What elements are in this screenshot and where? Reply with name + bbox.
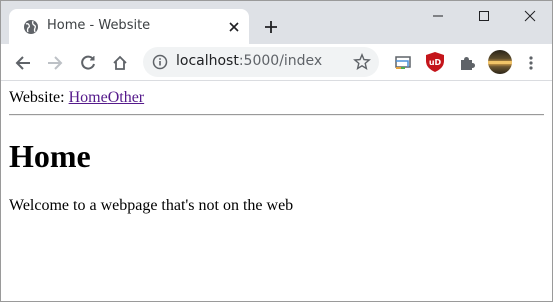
address-bar[interactable]: localhost:5000/index — [143, 47, 379, 77]
address-url[interactable]: localhost:5000/index — [176, 53, 322, 69]
address-host: localhost — [176, 53, 239, 69]
divider — [9, 114, 544, 116]
tab-title: Home - Website — [47, 18, 151, 33]
maximize-icon — [479, 11, 489, 21]
tab-home[interactable]: Home - Website — [9, 9, 249, 44]
minimize-icon — [433, 15, 443, 17]
close-icon[interactable] — [225, 18, 243, 36]
back-button[interactable] — [10, 50, 36, 76]
kebab-menu-icon — [529, 56, 533, 70]
page-title: Home — [9, 138, 91, 174]
window-close-button[interactable] — [507, 1, 552, 31]
home-button[interactable] — [107, 50, 133, 76]
page-content: Website: HomeOther Home Welcome to a web… — [1, 82, 552, 301]
nav-link-other[interactable]: Other — [108, 89, 144, 106]
forward-button[interactable] — [42, 50, 68, 76]
menu-button[interactable] — [518, 50, 544, 76]
home-icon — [113, 55, 127, 70]
info-icon[interactable] — [152, 54, 168, 70]
site-nav: Website: HomeOther — [9, 89, 144, 107]
globe-icon — [24, 20, 38, 34]
avatar[interactable] — [488, 50, 512, 74]
star-icon[interactable] — [353, 53, 371, 71]
extensions-button[interactable] — [454, 50, 480, 76]
cast-button[interactable] — [390, 50, 416, 76]
reload-icon — [81, 55, 95, 70]
minimize-button[interactable] — [415, 1, 461, 31]
nav-link-home[interactable]: Home — [69, 89, 108, 106]
ublock-origin-icon[interactable]: uD — [424, 51, 446, 73]
tab-strip: Home - Website — [1, 1, 552, 44]
cast-icon — [395, 56, 411, 69]
puzzle-icon — [461, 57, 475, 70]
reload-button[interactable] — [75, 50, 101, 76]
avatar-image — [488, 61, 512, 64]
close-icon — [524, 10, 536, 22]
address-path: :5000/index — [238, 53, 323, 69]
browser-window: Home - Website localhost:5000/index uD W… — [0, 0, 553, 302]
maximize-button[interactable] — [461, 1, 507, 31]
browser-toolbar: localhost:5000/index uD — [1, 44, 552, 81]
arrow-right-icon — [48, 56, 63, 70]
nav-prefix: Website: — [9, 89, 65, 106]
welcome-text: Welcome to a webpage that's not on the w… — [9, 197, 294, 214]
arrow-left-icon — [15, 56, 30, 70]
ublock-label: uD — [429, 58, 442, 67]
new-tab-button[interactable] — [259, 15, 283, 39]
plus-icon — [265, 21, 277, 33]
